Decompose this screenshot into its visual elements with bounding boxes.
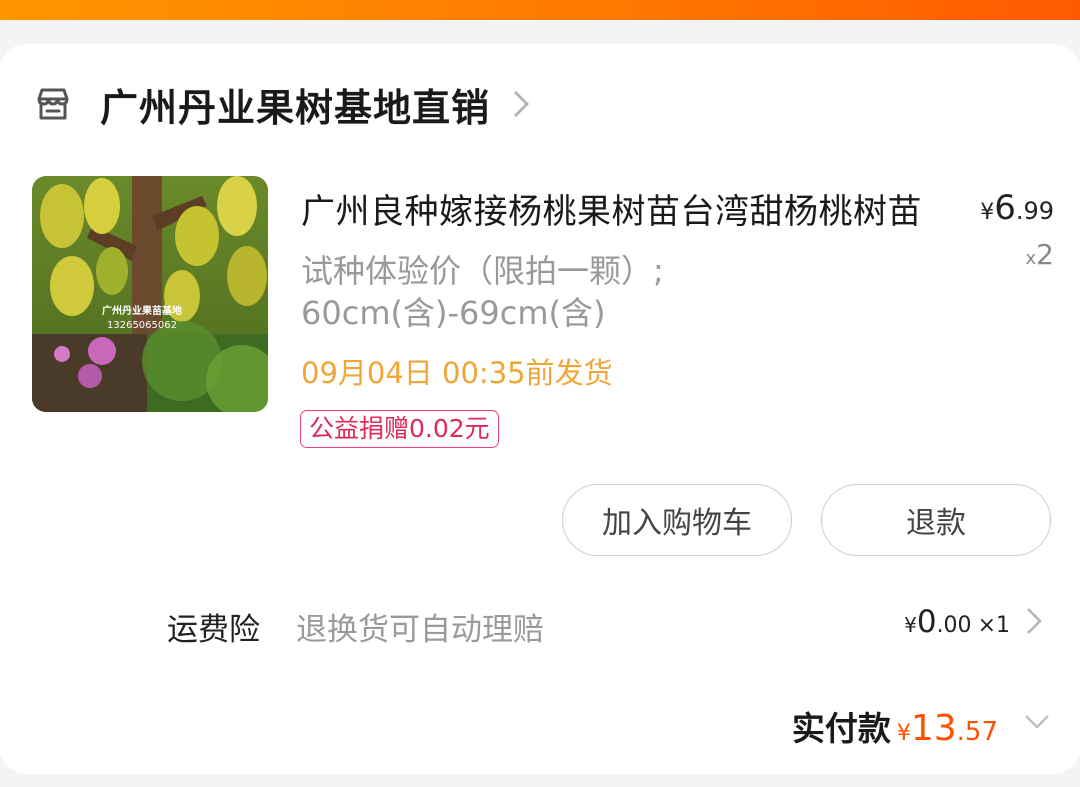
ins-currency: ¥ (904, 613, 917, 637)
add-to-cart-button[interactable]: 加入购物车 (562, 484, 792, 556)
image-caption-line1: 广州丹业果苗基地 (102, 304, 182, 317)
qty-number: 2 (1036, 238, 1054, 271)
total-currency: ¥ (896, 721, 911, 746)
product-thumbnail[interactable]: 广州丹业果苗基地 13265065062 (32, 176, 268, 412)
total-integer: 13 (910, 708, 957, 749)
product-spec: 试种体验价（限拍一颗）; 60cm(含)-69cm(含) (301, 250, 821, 334)
price-integer: 6 (994, 188, 1016, 228)
qty-prefix: x (1025, 248, 1037, 269)
total-label: 实付款 (791, 709, 891, 748)
price-decimal: .99 (1015, 197, 1054, 225)
refund-button[interactable]: 退款 (821, 484, 1051, 556)
chevron-right-icon[interactable] (1026, 607, 1042, 635)
item-quantity: x2 (1026, 238, 1054, 271)
total-decimal: .57 (956, 717, 998, 747)
store-header[interactable]: 广州丹业果树基地直销 (34, 80, 530, 130)
chevron-right-icon (513, 90, 530, 118)
total-paid: 实付款 ¥13.57 (792, 702, 998, 750)
ins-price-decimal: .00 (936, 613, 972, 638)
shipping-insurance-price[interactable]: ¥0.00 ×1 (904, 604, 1010, 640)
product-image: 广州丹业果苗基地 13265065062 (32, 176, 268, 412)
price-currency: ¥ (980, 200, 995, 225)
top-accent-bar (0, 0, 1080, 20)
spec-line-2: 60cm(含)-69cm(含) (301, 294, 606, 332)
product-title[interactable]: 广州良种嫁接杨桃果树苗台湾甜杨桃树苗 (301, 184, 922, 233)
shipping-insurance-desc: 退换货可自动理赔 (296, 612, 544, 648)
order-card: 广州丹业果树基地直销 广州丹业果苗基地 13265065062 广州良种嫁接杨桃… (0, 44, 1080, 774)
unit-price: ¥6.99 (980, 188, 1054, 228)
ins-quantity: ×1 (977, 613, 1010, 638)
donation-badge: 公益捐赠0.02元 (300, 410, 499, 448)
spec-line-1: 试种体验价（限拍一颗）; (301, 252, 664, 290)
image-caption-line2: 13265065062 (107, 320, 177, 331)
chevron-down-icon[interactable] (1024, 714, 1050, 730)
shipping-insurance-label: 运费险 (167, 612, 260, 648)
store-icon (37, 88, 69, 120)
store-name[interactable]: 广州丹业果树基地直销 (100, 77, 490, 132)
ins-price-integer: 0 (916, 604, 937, 640)
delivery-time: 09月04日 00:35前发货 (301, 356, 613, 390)
